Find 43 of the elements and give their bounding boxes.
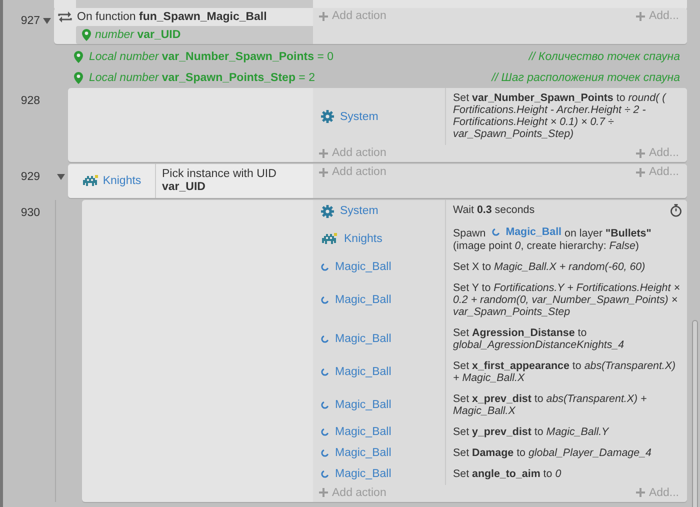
object-name[interactable]: Magic_Ball [335, 261, 392, 273]
condition-text[interactable]: On function fun_Spawn_Magic_Ball [77, 11, 267, 24]
add-action-link[interactable]: Add action [319, 147, 386, 159]
object-name[interactable]: Magic_Ball [335, 399, 392, 411]
action-text[interactable]: Set Y to Fortifications.Y + Fortifications.Height × 0.2 + random(0, var_Number_Spawn_Points) × var_Spawn_Points_Step [453, 282, 682, 318]
action-text[interactable]: Set x_prev_dist to abs(Transparent.X) + Magic_Ball.X [453, 392, 682, 416]
action-text[interactable]: Set y_prev_dist to Magic_Ball.Y [453, 426, 682, 438]
condition-text[interactable]: Pick instance with UID var_UID [156, 164, 282, 198]
add-action-link[interactable]: Add action [319, 166, 386, 178]
add-action-link[interactable]: Add action [319, 10, 386, 22]
add-link[interactable]: Add... [636, 486, 679, 498]
local-variable[interactable]: Local number var_Number_Spawn_Points = 0 [89, 50, 334, 62]
action-text[interactable]: Set X to Magic_Ball.X + random(-60, 60) [453, 260, 682, 272]
line-number: 928 [20, 94, 40, 109]
object-name[interactable]: Knights [102, 175, 142, 187]
action-text[interactable]: Wait 0.3 seconds [453, 204, 664, 216]
action-text[interactable]: Set angle_to_aim to 0 [453, 468, 682, 480]
object-name[interactable]: Magic_Ball [335, 333, 392, 345]
object-name[interactable]: System [340, 205, 378, 217]
add-action-link[interactable]: Add action [319, 486, 386, 498]
object-name[interactable]: Knights [344, 233, 382, 246]
object-name[interactable]: Magic_Ball [335, 294, 392, 306]
action-text[interactable]: Spawn Magic_Ball on layer "Bullets" (image point 0, create hierarchy: False) [453, 226, 682, 252]
object-name[interactable]: Magic_Ball [335, 447, 392, 459]
line-number: 927 [20, 14, 40, 29]
line-number: 929 [20, 170, 40, 185]
add-link[interactable]: Add... [636, 147, 679, 159]
line-number: 930 [20, 206, 40, 221]
add-link[interactable]: Add... [636, 10, 679, 22]
object-link[interactable]: Magic_Ball [492, 226, 562, 238]
action-text[interactable]: Set Agression_Distanse to global_AgressionDistanceKnights_4 [453, 326, 682, 350]
action-text[interactable]: Set var_Number_Spawn_Points to round( ( Fortifications.Height - Archer.Height ÷ 2 - Fortifications.Height × 0.1) × 0.7 ÷ var_Spawn_Points_Step) [453, 92, 682, 140]
add-link[interactable]: Add... [636, 166, 679, 178]
object-name[interactable]: Magic_Ball [335, 366, 392, 378]
local-variable[interactable]: Local number var_Spawn_Points_Step = 2 [89, 72, 315, 84]
action-text[interactable]: Set Damage to global_Player_Damage_4 [453, 446, 682, 458]
parameter-row[interactable]: number var_UID [76, 26, 313, 44]
object-name[interactable]: System [340, 110, 378, 122]
object-name[interactable]: Magic_Ball [335, 426, 392, 438]
comment-text: // Шаг расположения точек спауна [492, 72, 680, 84]
comment-text: // Количество точек спауна [528, 50, 680, 62]
object-name[interactable]: Magic_Ball [335, 468, 392, 480]
action-text[interactable]: Set x_first_appearance to abs(Transparent.X) + Magic_Ball.X [453, 360, 682, 384]
